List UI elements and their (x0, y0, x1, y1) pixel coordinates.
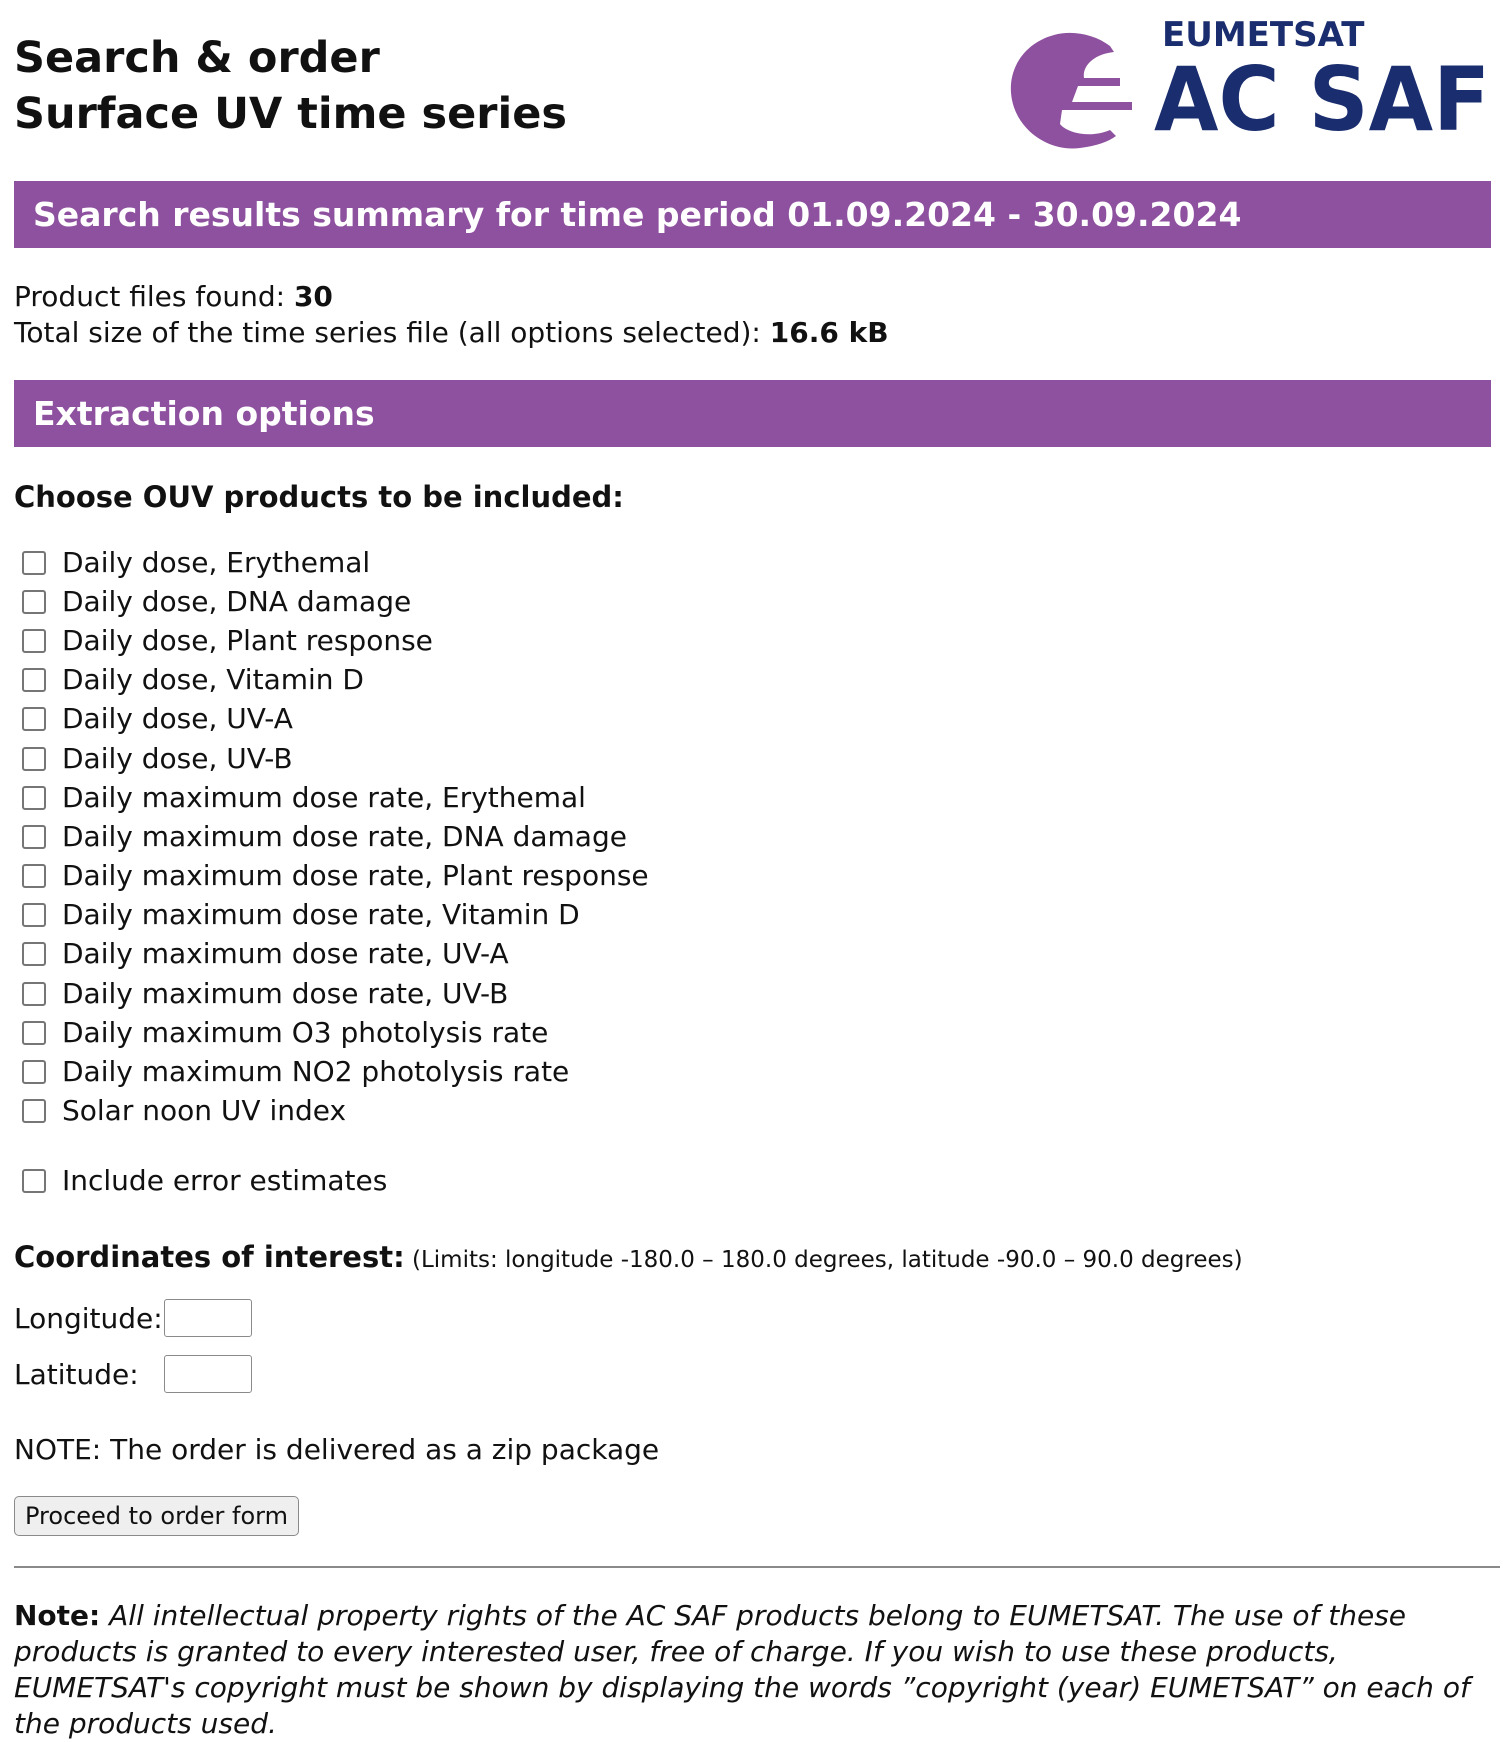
total-size-value: 16.6 kB (769, 316, 889, 349)
product-option[interactable]: Daily maximum dose rate, UV-B (22, 974, 649, 1013)
product-option[interactable]: Daily maximum dose rate, UV-A (22, 935, 649, 974)
divider (14, 1566, 1500, 1568)
error-estimates-option[interactable]: Include error estimates (22, 1161, 387, 1200)
product-option-label: Daily maximum NO2 photolysis rate (62, 1055, 570, 1089)
product-option[interactable]: Daily maximum O3 photolysis rate (22, 1013, 649, 1052)
product-option-label: Daily maximum dose rate, DNA damage (62, 819, 627, 853)
ac-saf-logo: EUMETSAT AC SAF (1010, 15, 1490, 151)
product-option-label: Daily maximum dose rate, Vitamin D (62, 898, 580, 932)
product-checkbox[interactable] (22, 1020, 46, 1045)
files-found-line: Product files found: 30 (14, 279, 889, 315)
product-checkbox[interactable] (22, 707, 46, 732)
logo-name-text: AC SAF (1154, 48, 1490, 151)
product-checkbox[interactable] (22, 903, 46, 928)
product-option[interactable]: Daily maximum dose rate, Vitamin D (22, 896, 649, 935)
coordinates-title: Coordinates of interest: (14, 1240, 405, 1274)
product-option-label: Daily maximum O3 photolysis rate (62, 1015, 549, 1049)
longitude-label: Longitude: (14, 1301, 163, 1335)
files-found-label: Product files found: (14, 280, 294, 313)
product-checkbox[interactable] (22, 589, 46, 614)
product-option[interactable]: Daily maximum dose rate, Plant response (22, 857, 649, 896)
product-option-label: Daily dose, UV-B (62, 741, 293, 775)
product-checkbox[interactable] (22, 668, 46, 693)
product-checkbox[interactable] (22, 785, 46, 810)
product-option-label: Daily maximum dose rate, Erythemal (62, 780, 586, 814)
product-checkbox-list: Daily dose, Erythemal Daily dose, DNA da… (22, 543, 649, 1131)
product-option[interactable]: Daily dose, UV-B (22, 739, 649, 778)
product-option-label: Daily maximum dose rate, UV-A (62, 937, 509, 971)
product-option-label: Solar noon UV index (62, 1094, 347, 1128)
product-option-label: Daily maximum dose rate, UV-B (62, 976, 509, 1010)
copyright-note-text: All intellectual property rights of the … (14, 1599, 1470, 1740)
product-checkbox[interactable] (22, 1099, 46, 1124)
product-checkbox[interactable] (22, 824, 46, 849)
coordinates-limits: (Limits: longitude -180.0 – 180.0 degree… (404, 1247, 1243, 1273)
page-title-line-1: Search & order (14, 33, 380, 83)
product-option-label: Daily dose, DNA damage (62, 584, 412, 618)
product-checkbox[interactable] (22, 981, 46, 1006)
product-option[interactable]: Daily maximum NO2 photolysis rate (22, 1052, 649, 1091)
product-option[interactable]: Daily dose, Plant response (22, 621, 649, 660)
total-size-line: Total size of the time series file (all … (14, 315, 889, 351)
product-checkbox[interactable] (22, 1060, 46, 1085)
coordinates-heading: Coordinates of interest: (Limits: longit… (14, 1240, 1243, 1274)
product-option-label: Daily dose, Vitamin D (62, 663, 364, 697)
error-estimates-checkbox[interactable] (22, 1168, 46, 1193)
longitude-row: Longitude: (14, 1299, 252, 1337)
product-checkbox[interactable] (22, 942, 46, 967)
results-summary: Product files found: 30 Total size of th… (14, 279, 889, 351)
product-option[interactable]: Solar noon UV index (22, 1092, 649, 1131)
product-checkbox[interactable] (22, 550, 46, 575)
latitude-label: Latitude: (14, 1357, 139, 1391)
total-size-label: Total size of the time series file (all … (14, 316, 770, 349)
page-header: Search & order Surface UV time series (14, 30, 567, 142)
product-checkbox[interactable] (22, 746, 46, 771)
copyright-note-label: Note: (14, 1599, 101, 1632)
page: Search & order Surface UV time series EU… (0, 0, 1504, 1740)
latitude-row: Latitude: (14, 1355, 252, 1393)
latitude-input[interactable] (164, 1355, 252, 1393)
copyright-note: Note: All intellectual property rights o… (14, 1598, 1498, 1742)
product-option[interactable]: Daily maximum dose rate, Erythemal (22, 778, 649, 817)
product-checkbox[interactable] (22, 864, 46, 889)
product-option-label: Daily maximum dose rate, Plant response (62, 859, 649, 893)
choose-products-heading: Choose OUV products to be included: (14, 480, 624, 514)
product-option-label: Daily dose, Plant response (62, 623, 433, 657)
product-option-label: Daily dose, UV-A (62, 702, 293, 736)
product-option-label: Daily dose, Erythemal (62, 545, 371, 579)
proceed-to-order-button[interactable]: Proceed to order form (14, 1496, 299, 1536)
product-checkbox[interactable] (22, 628, 46, 653)
product-option[interactable]: Daily dose, Erythemal (22, 543, 649, 582)
product-option[interactable]: Daily maximum dose rate, DNA damage (22, 817, 649, 856)
product-option[interactable]: Daily dose, DNA damage (22, 582, 649, 621)
longitude-input[interactable] (164, 1299, 252, 1337)
search-results-header: Search results summary for time period 0… (14, 181, 1491, 248)
files-found-value: 30 (293, 280, 333, 313)
page-title-line-2: Surface UV time series (14, 89, 567, 139)
eumetsat-swoosh-icon (1010, 32, 1132, 149)
product-option[interactable]: Daily dose, UV-A (22, 700, 649, 739)
product-option[interactable]: Daily dose, Vitamin D (22, 661, 649, 700)
extraction-options-header: Extraction options (14, 380, 1491, 447)
error-estimates-label: Include error estimates (62, 1163, 388, 1197)
zip-delivery-note: NOTE: The order is delivered as a zip pa… (14, 1433, 660, 1466)
